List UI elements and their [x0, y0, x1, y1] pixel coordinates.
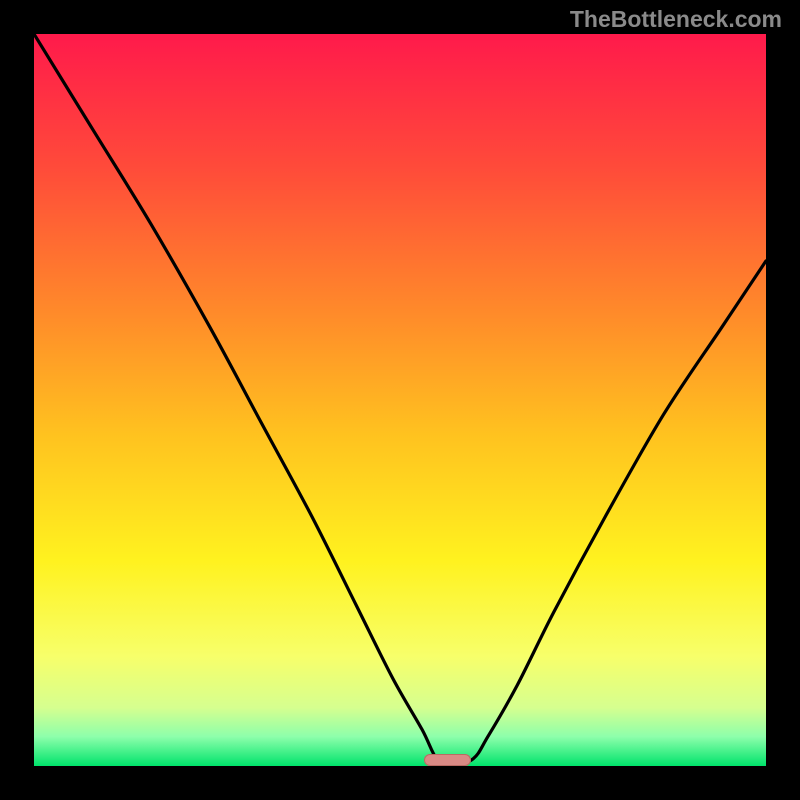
plot-area [34, 34, 766, 766]
curve-path [34, 34, 766, 766]
watermark-text: TheBottleneck.com [570, 6, 782, 33]
bottleneck-curve [34, 34, 766, 766]
optimum-marker [424, 754, 472, 766]
